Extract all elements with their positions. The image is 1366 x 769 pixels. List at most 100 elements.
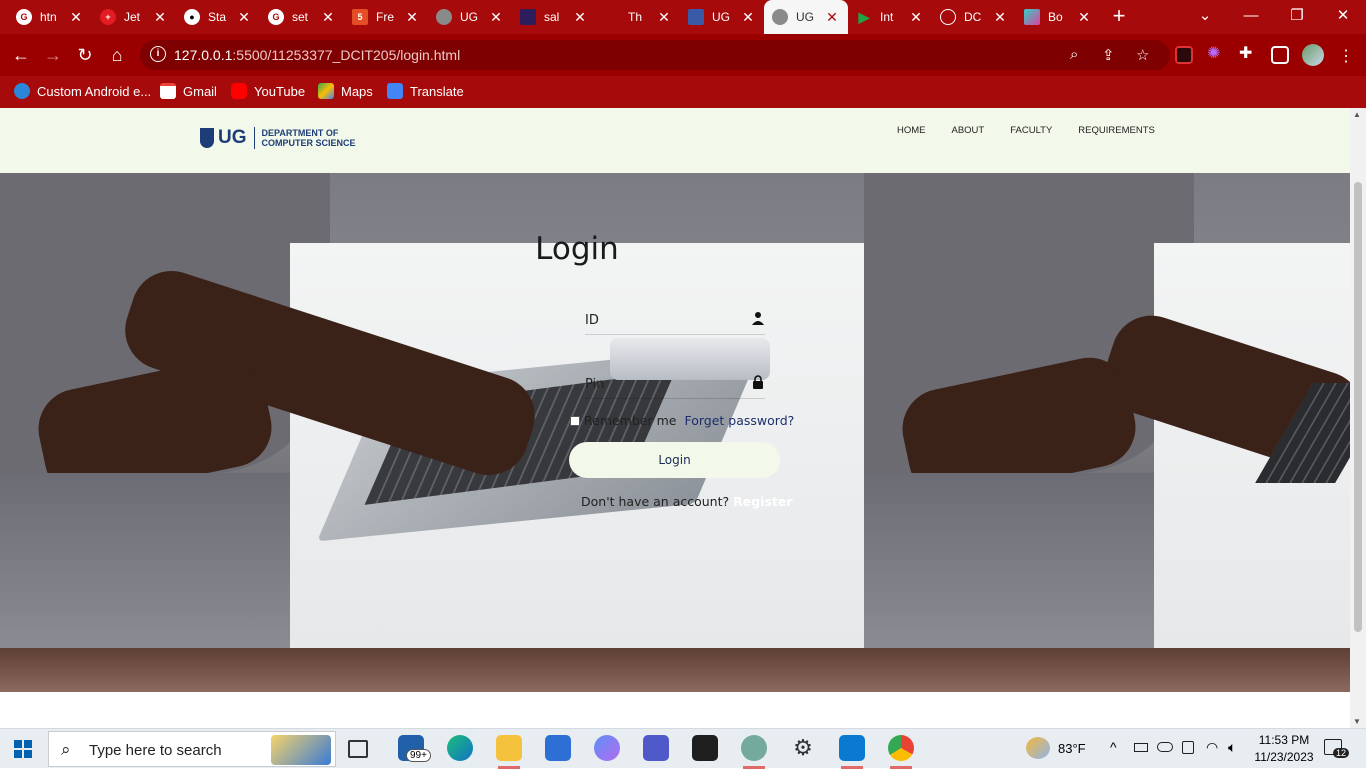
- bookmark-maps[interactable]: Maps: [318, 83, 373, 99]
- chevron-up-icon[interactable]: ^: [1110, 739, 1117, 755]
- chatgpt-icon[interactable]: [741, 735, 767, 761]
- forward-button[interactable]: →: [40, 42, 66, 68]
- tab-2[interactable]: ● Sta ✕: [176, 2, 260, 32]
- menu-icon[interactable]: ⋮: [1338, 46, 1354, 66]
- puzzle-icon[interactable]: ✚: [1239, 46, 1257, 64]
- close-icon[interactable]: ✕: [908, 9, 924, 26]
- login-button[interactable]: Login: [569, 442, 780, 478]
- weather-icon[interactable]: [1026, 737, 1050, 759]
- browser-toolbar: ← → ↻ ⌂ i 127.0.0.1:5500/11253377_DCIT20…: [0, 34, 1366, 76]
- logo-dept-line2: COMPUTER SCIENCE: [261, 138, 356, 148]
- tab-0[interactable]: Ghtn ✕: [8, 2, 92, 32]
- user-icon: [752, 312, 764, 325]
- store-icon[interactable]: [545, 735, 571, 761]
- start-button[interactable]: [14, 740, 32, 758]
- settings-gear-icon[interactable]: ⚙: [790, 735, 816, 761]
- clock-date[interactable]: 11/23/2023: [1250, 750, 1318, 764]
- clock-time[interactable]: 11:53 PM: [1254, 733, 1314, 747]
- forget-password-link[interactable]: Forget password?: [684, 413, 794, 428]
- tab-5[interactable]: UG ✕: [428, 2, 512, 32]
- file-explorer-icon[interactable]: [496, 735, 522, 761]
- bookmark-youtube[interactable]: YouTube: [231, 83, 305, 99]
- tab-7[interactable]: Th ✕: [596, 2, 680, 32]
- bookmark-translate[interactable]: Translate: [387, 83, 464, 99]
- nav-faculty[interactable]: FACULTY: [1010, 125, 1052, 136]
- share-icon[interactable]: ⇪: [1102, 46, 1115, 64]
- avatar[interactable]: [1302, 44, 1324, 66]
- close-icon[interactable]: ✕: [68, 9, 84, 26]
- pin-field[interactable]: Pin: [585, 373, 765, 399]
- nav-requirements[interactable]: REQUIREMENTS: [1078, 125, 1155, 136]
- close-icon[interactable]: ✕: [404, 9, 420, 26]
- restore-button[interactable]: ❐: [1274, 0, 1320, 34]
- copilot-icon[interactable]: [594, 735, 620, 761]
- bookmark-gmail[interactable]: Gmail: [160, 83, 217, 99]
- bookmark-label: Gmail: [183, 83, 217, 99]
- extension-icon[interactable]: [1175, 46, 1193, 64]
- figma-icon[interactable]: [692, 735, 718, 761]
- tab-6[interactable]: sal ✕: [512, 2, 596, 32]
- volume-icon[interactable]: 🔈︎: [1228, 739, 1236, 756]
- hero-background: Login ID Pin Remember me Forget password…: [0, 173, 1350, 692]
- tab-1[interactable]: + Jet ✕: [92, 2, 176, 32]
- close-icon[interactable]: ✕: [1076, 9, 1092, 26]
- onedrive-icon[interactable]: [1157, 742, 1173, 752]
- remember-checkbox[interactable]: [570, 415, 580, 426]
- nav-home[interactable]: HOME: [897, 125, 926, 136]
- address-bar[interactable]: i 127.0.0.1:5500/11253377_DCIT205/login.…: [140, 40, 1170, 70]
- site-logo[interactable]: UG DEPARTMENT OF COMPUTER SCIENCE: [200, 127, 372, 149]
- scroll-up-icon[interactable]: ▲: [1353, 110, 1361, 119]
- bookmark-label: Translate: [410, 83, 464, 99]
- close-icon[interactable]: ✕: [572, 9, 588, 26]
- close-icon[interactable]: ✕: [236, 9, 252, 26]
- tab-3[interactable]: Gset ✕: [260, 2, 344, 32]
- cube-icon: [1024, 9, 1040, 25]
- remember-label[interactable]: Remember me: [584, 413, 676, 428]
- close-icon[interactable]: ✕: [656, 9, 672, 26]
- taskbar-search[interactable]: ⌕ Type here to search: [48, 731, 336, 767]
- wifi-icon[interactable]: ◠: [1206, 739, 1218, 756]
- scrollbar-thumb[interactable]: [1354, 182, 1362, 632]
- page-scrollbar[interactable]: ▲ ▼: [1350, 108, 1366, 728]
- vscode-icon[interactable]: [839, 735, 865, 761]
- close-icon[interactable]: ✕: [992, 9, 1008, 26]
- tab-title: UG: [796, 10, 814, 24]
- tab-4[interactable]: 5 Fre ✕: [344, 2, 428, 32]
- side-panel-icon[interactable]: [1271, 46, 1289, 64]
- close-window-button[interactable]: ✕: [1320, 0, 1366, 34]
- tab-8[interactable]: UG ✕: [680, 2, 764, 32]
- tab-search-button[interactable]: ⌄: [1182, 0, 1228, 34]
- zoom-icon[interactable]: ⌕: [1070, 46, 1078, 63]
- extension-icon[interactable]: ✺: [1207, 46, 1225, 64]
- close-icon[interactable]: ✕: [824, 9, 840, 26]
- minimize-button[interactable]: —: [1228, 0, 1274, 34]
- back-button[interactable]: ←: [8, 42, 34, 68]
- chrome-icon[interactable]: [888, 735, 914, 761]
- home-button[interactable]: ⌂: [104, 42, 130, 68]
- bookmark-custom-android[interactable]: Custom Android e...: [14, 83, 151, 99]
- battery-icon[interactable]: [1134, 743, 1148, 752]
- close-icon[interactable]: ✕: [320, 9, 336, 26]
- new-tab-button[interactable]: +: [1106, 4, 1132, 30]
- tab-9-active[interactable]: UG ✕: [764, 0, 848, 34]
- device-icon[interactable]: [1182, 741, 1194, 754]
- url-path: :5500/11253377_DCIT205/login.html: [232, 47, 461, 63]
- scroll-down-icon[interactable]: ▼: [1353, 717, 1361, 726]
- tab-10[interactable]: ▶ Int ✕: [848, 2, 932, 32]
- edge-icon[interactable]: [447, 735, 473, 761]
- tab-11[interactable]: DC ✕: [932, 2, 1016, 32]
- register-link[interactable]: Register: [733, 494, 792, 509]
- weather-temp[interactable]: 83°F: [1058, 741, 1086, 756]
- reload-button[interactable]: ↻: [72, 42, 98, 68]
- tab-12[interactable]: Bo ✕: [1016, 2, 1100, 32]
- id-field[interactable]: ID: [585, 309, 765, 335]
- bookmark-star-icon[interactable]: ☆: [1136, 46, 1149, 64]
- close-icon[interactable]: ✕: [740, 9, 756, 26]
- teams-icon[interactable]: [643, 735, 669, 761]
- nav-about[interactable]: ABOUT: [952, 125, 985, 136]
- background-photo-strip: [0, 648, 1350, 692]
- info-icon[interactable]: i: [150, 46, 166, 62]
- close-icon[interactable]: ✕: [488, 9, 504, 26]
- close-icon[interactable]: ✕: [152, 9, 168, 26]
- task-view-icon[interactable]: [348, 740, 368, 758]
